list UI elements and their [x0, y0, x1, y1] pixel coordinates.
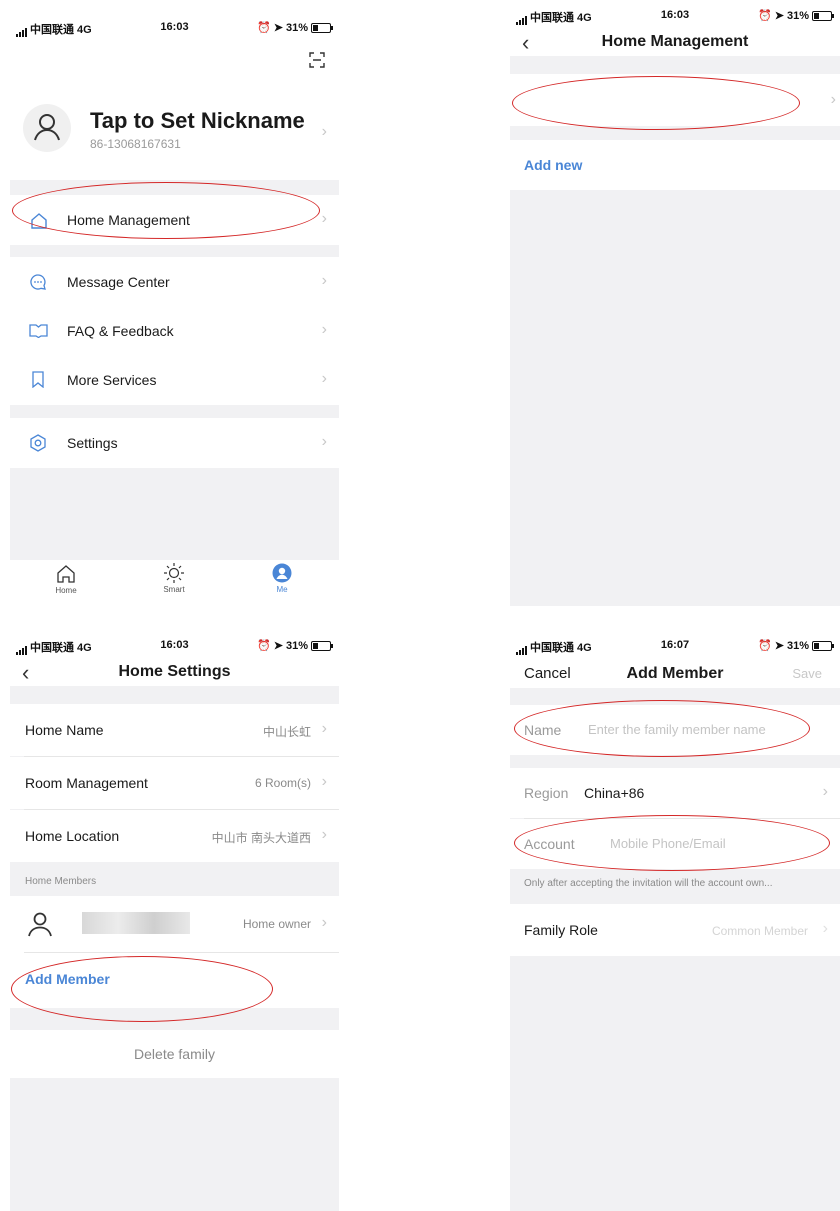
family-role-selector[interactable]: Family Role Common Member ›: [510, 904, 840, 956]
account-field[interactable]: Account Mobile Phone/Email: [510, 819, 840, 869]
tab-me[interactable]: Me: [266, 563, 298, 594]
battery-icon: [812, 640, 834, 651]
location-icon: ➤: [774, 10, 784, 22]
battery-icon: [311, 640, 333, 651]
avatar: [23, 907, 57, 941]
bookmark-icon: [31, 371, 45, 388]
me-screen: 中国联通 4G 16:03 ⏰ ➤ 31% Tap to Set Nickname …: [10, 12, 339, 606]
battery-icon: [311, 22, 333, 33]
chevron-right-icon: ›: [321, 773, 327, 790]
alarm-icon: ⏰: [257, 640, 271, 652]
section-header: Home Members: [25, 876, 97, 887]
home-tab-icon: [57, 565, 75, 583]
chevron-right-icon: ›: [321, 720, 327, 737]
home-location-row[interactable]: Home Location 中山市 南头大道西 ›: [10, 810, 339, 862]
book-icon: [29, 323, 48, 338]
chevron-right-icon: ›: [321, 123, 327, 140]
nickname[interactable]: Tap to Set Nickname: [90, 108, 305, 134]
add-member-screen: 中国联通 4G 16:07 ⏰ ➤ 31% Cancel Add Member Sa…: [510, 630, 840, 1211]
status-bar: 中国联通 4G 16:03 ⏰ ➤ 31%: [10, 12, 339, 42]
sun-icon: [164, 563, 184, 583]
chevron-right-icon: ›: [321, 321, 327, 338]
invitation-note: Only after accepting the invitation will…: [524, 878, 773, 889]
location-icon: ➤: [774, 640, 784, 652]
home-settings-screen: 中国联通 4G 16:03 ⏰ ➤ 31% ‹ Home Settings Home…: [10, 630, 339, 1211]
save-button[interactable]: Save: [792, 666, 822, 681]
house-icon: [30, 212, 48, 229]
avatar[interactable]: [23, 104, 71, 152]
nav-bar: ‹ Home Management: [510, 26, 840, 56]
menu-item-settings[interactable]: Settings ›: [10, 418, 339, 468]
tab-home[interactable]: Home: [50, 564, 82, 595]
nav-bar: Cancel Add Member Save: [510, 658, 840, 688]
chevron-right-icon: ›: [321, 272, 327, 289]
scan-icon[interactable]: [309, 52, 325, 73]
location-icon: ➤: [273, 22, 283, 34]
add-new-home[interactable]: Add new: [510, 140, 840, 190]
message-icon: [29, 273, 47, 291]
delete-family-button[interactable]: Delete family: [10, 1030, 339, 1078]
status-bar: 中国联通 4G 16:07 ⏰ ➤ 31%: [510, 630, 840, 660]
tab-bar: Home Smart Me: [10, 560, 339, 606]
chevron-right-icon: ›: [321, 210, 327, 227]
battery-icon: [812, 10, 834, 21]
menu-item-faq-feedback[interactable]: FAQ & Feedback ›: [10, 306, 339, 355]
chevron-right-icon: ›: [321, 433, 327, 450]
chevron-right-icon: ›: [321, 914, 327, 931]
tab-smart[interactable]: Smart: [158, 562, 190, 594]
menu-item-message-center[interactable]: Message Center ›: [10, 257, 339, 306]
alarm-icon: ⏰: [758, 640, 772, 652]
blurred-member-name: [82, 912, 190, 934]
home-name-row[interactable]: Home Name 中山长虹 ›: [10, 704, 339, 756]
chevron-right-icon: ›: [321, 370, 327, 387]
user-tab-icon: [272, 563, 292, 583]
chevron-right-icon: ›: [822, 920, 828, 937]
chevron-right-icon: ›: [830, 91, 836, 108]
room-management-row[interactable]: Room Management 6 Room(s) ›: [10, 757, 339, 809]
menu-item-home-management[interactable]: Home Management ›: [10, 195, 339, 245]
home-management-screen: 中国联通 4G 16:03 ⏰ ➤ 31% ‹ Home Management › …: [510, 0, 840, 606]
phone-number: 86-13068167631: [90, 137, 181, 151]
name-field[interactable]: Name Enter the family member name: [510, 705, 840, 755]
member-row[interactable]: Home owner ›: [10, 896, 339, 952]
location-icon: ➤: [273, 640, 283, 652]
chevron-right-icon: ›: [321, 826, 327, 843]
chevron-right-icon: ›: [822, 783, 828, 800]
alarm-icon: ⏰: [257, 22, 271, 34]
add-member-button[interactable]: Add Member: [10, 953, 339, 1007]
alarm-icon: ⏰: [758, 10, 772, 22]
nav-bar: ‹ Home Settings: [10, 656, 339, 686]
region-selector[interactable]: Region China+86 ›: [510, 768, 840, 818]
menu-item-more-services[interactable]: More Services ›: [10, 355, 339, 404]
settings-icon: [29, 434, 47, 452]
home-list-item[interactable]: ›: [510, 74, 840, 126]
